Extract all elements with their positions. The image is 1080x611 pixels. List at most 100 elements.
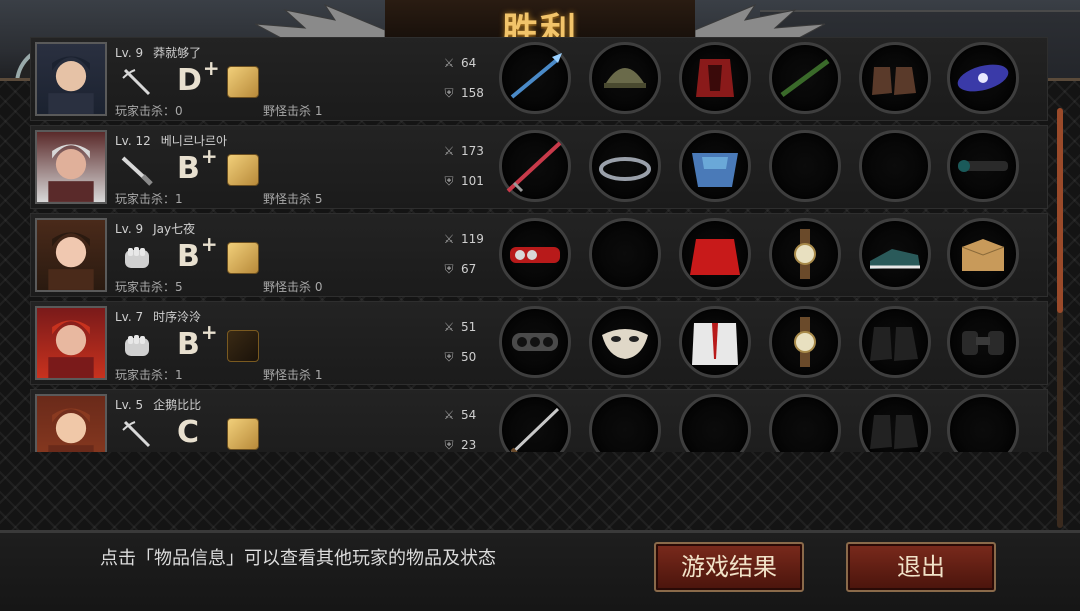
monster-kills: 野怪击杀 5 (263, 192, 323, 206)
supply-box-icon (227, 154, 259, 186)
player-level-name: Lv. 9 莽就够了 (115, 44, 201, 61)
player-row[interactable]: Lv. 12 베니르나르아 B+ 玩家击杀：1 野怪击杀 5 ⚔ 173 ⛨ 101 (30, 125, 1048, 209)
crossed-swords-icon: ⚔ (443, 408, 455, 422)
equipment-slot-blue-garment-icon[interactable] (679, 130, 751, 202)
grade-letter: B (177, 151, 200, 186)
defense-value: 50 (461, 350, 477, 364)
attack-value: 173 (461, 144, 484, 158)
empty-equipment-slot[interactable] (947, 394, 1019, 452)
equipment-slot-katana-icon[interactable] (499, 394, 571, 452)
attack-stat: ⚔ 54 (441, 408, 477, 422)
attack-stat: ⚔ 173 (441, 144, 484, 158)
defense-value: 23 (461, 438, 477, 452)
game-results-button[interactable]: 游戏结果 (654, 542, 804, 592)
crossed-swords-icon: ⚔ (443, 56, 455, 70)
supply-box-icon (227, 242, 259, 274)
equipment-slot-stick-icon[interactable] (769, 42, 841, 114)
attack-value: 64 (461, 56, 477, 70)
hint-text: 点击「物品信息」可以查看其他玩家的物品及状态 (100, 548, 496, 569)
player-level: Lv. 5 (115, 398, 144, 412)
defense-stat: ⛨ 50 (441, 350, 476, 365)
sword-icon (119, 416, 155, 452)
scrollbar-thumb[interactable] (1057, 108, 1063, 313)
shield-icon: ⛨ (444, 438, 454, 452)
equipment-slot-white-suit-icon[interactable] (679, 306, 751, 378)
attack-value: 119 (461, 232, 484, 246)
equipment-slot-helmet-icon[interactable] (589, 42, 661, 114)
defense-stat: ⛨ 67 (441, 262, 476, 277)
shield-icon: ⛨ (444, 174, 454, 188)
equipment-slot-boots-icon[interactable] (859, 42, 931, 114)
grade-plus: + (200, 144, 218, 168)
sword-icon (119, 64, 155, 100)
defense-stat: ⛨ 23 (441, 438, 476, 452)
empty-equipment-slot[interactable] (589, 394, 661, 452)
player-row[interactable]: Lv. 7 时序泠泠 B+ 玩家击杀：1 野怪击杀 1 ⚔ 51 ⛨ 50 (30, 301, 1048, 385)
player-level-name: Lv. 5 企鹅比比 (115, 396, 201, 413)
empty-equipment-slot[interactable] (859, 130, 931, 202)
equipment-slot-binoculars-icon[interactable] (947, 306, 1019, 378)
equipment-slot-black-boots-icon[interactable] (859, 394, 931, 452)
player-level-name: Lv. 7 时序泠泠 (115, 308, 201, 325)
supply-box-icon (227, 66, 259, 98)
player-avatar[interactable] (35, 306, 107, 380)
player-level: Lv. 9 (115, 222, 144, 236)
empty-equipment-slot[interactable] (679, 394, 751, 452)
player-avatar[interactable] (35, 130, 107, 204)
shield-icon: ⛨ (444, 86, 454, 100)
equipment-slot-red-armor-icon[interactable] (679, 42, 751, 114)
player-kills: 玩家击杀：1 (115, 192, 183, 206)
player-grade: D+ (177, 56, 220, 98)
crossed-swords-icon: ⚔ (443, 320, 455, 334)
grade-letter: B (177, 327, 200, 362)
supply-box-icon (227, 418, 259, 450)
equipment-slot-red-knuckle-icon[interactable] (499, 218, 571, 290)
player-name: 时序泠泠 (153, 310, 202, 324)
defense-stat: ⛨ 158 (441, 86, 484, 101)
player-name: Jay七夜 (153, 222, 196, 236)
grade-plus: + (200, 232, 218, 256)
empty-equipment-slot[interactable] (589, 218, 661, 290)
grade-plus: + (200, 320, 218, 344)
equipment-slot-ice-spear-icon[interactable] (499, 42, 571, 114)
player-grade: B+ (177, 232, 218, 274)
defense-value: 158 (461, 86, 484, 100)
player-row[interactable]: Lv. 9 Jay七夜 B+ 玩家击杀：5 野怪击杀 0 ⚔ 119 ⛨ 67 (30, 213, 1048, 297)
shield-icon: ⛨ (444, 262, 454, 276)
defense-stat: ⛨ 101 (441, 174, 484, 189)
monster-kills: 野怪击杀 1 (263, 368, 323, 382)
player-name: 企鹅比比 (153, 398, 202, 412)
attack-stat: ⚔ 51 (441, 320, 477, 334)
grade-plus: + (202, 56, 220, 80)
equipment-slot-box-icon[interactable] (947, 218, 1019, 290)
equipment-slot-mask-icon[interactable] (589, 306, 661, 378)
equipment-slot-sneakers-icon[interactable] (859, 218, 931, 290)
defense-value: 101 (461, 174, 484, 188)
player-level-name: Lv. 9 Jay七夜 (115, 220, 195, 237)
equipment-slot-brass-knuckle-icon[interactable] (499, 306, 571, 378)
equipment-slot-red-dress-icon[interactable] (679, 218, 751, 290)
equipment-slot-red-sword-icon[interactable] (499, 130, 571, 202)
equipment-slot-watch-icon[interactable] (769, 306, 841, 378)
grade-letter: B (177, 239, 200, 274)
empty-equipment-slot[interactable] (769, 394, 841, 452)
attack-value: 54 (461, 408, 477, 422)
equipment-slot-galaxy-icon[interactable] (947, 42, 1019, 114)
player-level: Lv. 12 (115, 134, 151, 148)
equipment-slot-watch-icon[interactable] (769, 218, 841, 290)
player-avatar[interactable] (35, 42, 107, 116)
exit-button[interactable]: 退出 (846, 542, 996, 592)
equipment-slot-ring-band-icon[interactable] (589, 130, 661, 202)
empty-equipment-slot[interactable] (769, 130, 841, 202)
equipment-slot-scope-icon[interactable] (947, 130, 1019, 202)
player-avatar[interactable] (35, 218, 107, 292)
player-row[interactable]: Lv. 9 莽就够了 D+ 玩家击杀：0 野怪击杀 1 ⚔ 64 ⛨ 158 (30, 37, 1048, 121)
monster-kills: 野怪击杀 0 (263, 280, 323, 294)
player-kills: 玩家击杀：1 (115, 368, 183, 382)
player-row[interactable]: Lv. 5 企鹅比比 C ⚔ 54 ⛨ 23 (30, 389, 1048, 452)
attack-stat: ⚔ 64 (441, 56, 477, 70)
fist-icon (119, 240, 155, 276)
equipment-slot-black-boots-icon[interactable] (859, 306, 931, 378)
knife-icon (119, 152, 155, 188)
player-avatar[interactable] (35, 394, 107, 452)
